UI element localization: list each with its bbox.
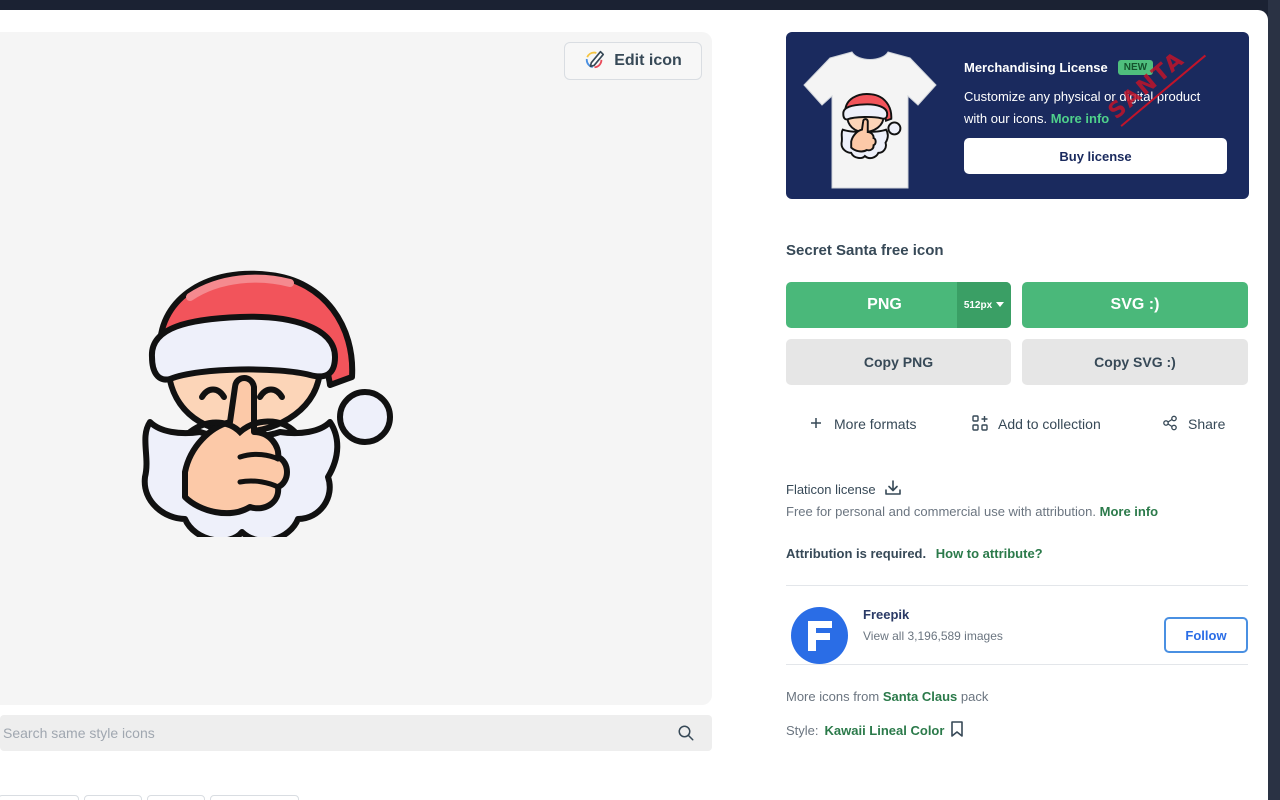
- tag-chip[interactable]: [0, 795, 79, 800]
- pack-suffix: pack: [960, 689, 989, 704]
- author-image-count[interactable]: View all 3,196,589 images: [863, 629, 1003, 643]
- backdrop: [1268, 0, 1280, 800]
- more-formats-label: More formats: [834, 416, 917, 432]
- freepik-logo[interactable]: [791, 607, 848, 664]
- png-size-selector[interactable]: 512px: [957, 282, 1011, 328]
- icon-preview-panel: Edit icon: [0, 32, 712, 705]
- tshirt-mockup: [800, 50, 940, 192]
- plus-icon: [808, 415, 824, 434]
- png-size-label: 512px: [963, 299, 993, 311]
- icon-title: Secret Santa free icon: [786, 242, 944, 259]
- download-png-button[interactable]: PNG 512px: [786, 282, 1011, 328]
- tag-chip[interactable]: [210, 795, 299, 800]
- license-description-text: Free for personal and commercial use wit…: [786, 504, 1096, 519]
- attribution-notice: Attribution is required. How to attribut…: [786, 546, 1043, 561]
- pack-link[interactable]: Santa Claus: [883, 689, 957, 704]
- divider: [786, 664, 1248, 665]
- copy-png-button[interactable]: Copy PNG: [786, 339, 1011, 385]
- add-to-collection-button[interactable]: Add to collection: [972, 414, 1101, 434]
- santa-illustration: [130, 257, 400, 544]
- edit-icon-label: Edit icon: [614, 52, 682, 69]
- share-label: Share: [1188, 416, 1226, 432]
- png-label: PNG: [867, 296, 902, 313]
- tag-chip[interactable]: [84, 795, 142, 800]
- bookmark-icon[interactable]: [950, 721, 964, 740]
- merch-title-text: Merchandising License: [964, 60, 1108, 75]
- edit-pencil-icon: [584, 48, 606, 75]
- how-to-attribute-link[interactable]: How to attribute?: [936, 546, 1043, 561]
- search-icon[interactable]: [666, 715, 706, 751]
- copy-svg-button[interactable]: Copy SVG :): [1022, 339, 1248, 385]
- style-link[interactable]: Kawaii Lineal Color: [825, 723, 945, 738]
- caret-down-icon: [996, 300, 1005, 311]
- follow-button[interactable]: Follow: [1164, 617, 1248, 653]
- style-search-input[interactable]: [0, 715, 666, 751]
- download-icon[interactable]: [884, 479, 902, 500]
- share-button[interactable]: Share: [1162, 414, 1225, 434]
- author-name[interactable]: Freepik: [863, 607, 909, 622]
- merch-license-banner: Merchandising License NEW Customize any …: [786, 32, 1249, 199]
- style-info: Style: Kawaii Lineal Color: [786, 721, 964, 740]
- attribution-text: Attribution is required.: [786, 546, 927, 561]
- pack-info: More icons from Santa Claus pack: [786, 689, 988, 704]
- tag-chip[interactable]: [147, 795, 205, 800]
- style-prefix: Style:: [786, 723, 819, 738]
- more-formats-button[interactable]: More formats: [808, 414, 916, 434]
- buy-license-button[interactable]: Buy license: [964, 138, 1227, 174]
- stamp-watermark: SANTA: [1096, 32, 1236, 132]
- download-svg-button[interactable]: SVG :): [1022, 282, 1248, 328]
- license-title: Flaticon license: [786, 479, 902, 500]
- divider: [786, 585, 1248, 586]
- style-search-bar: [0, 715, 712, 751]
- svg-text:SANTA: SANTA: [1104, 47, 1190, 125]
- icon-detail-modal: Edit icon Search same style icons Mercha…: [0, 10, 1268, 800]
- license-description: Free for personal and commercial use wit…: [786, 504, 1158, 519]
- license-more-info-link[interactable]: More info: [1100, 504, 1159, 519]
- edit-icon-button[interactable]: Edit icon: [564, 42, 702, 80]
- share-icon: [1162, 415, 1178, 434]
- pack-prefix: More icons from: [786, 689, 880, 704]
- license-title-text: Flaticon license: [786, 482, 876, 497]
- add-to-collection-label: Add to collection: [998, 416, 1101, 432]
- collection-add-icon: [972, 414, 988, 434]
